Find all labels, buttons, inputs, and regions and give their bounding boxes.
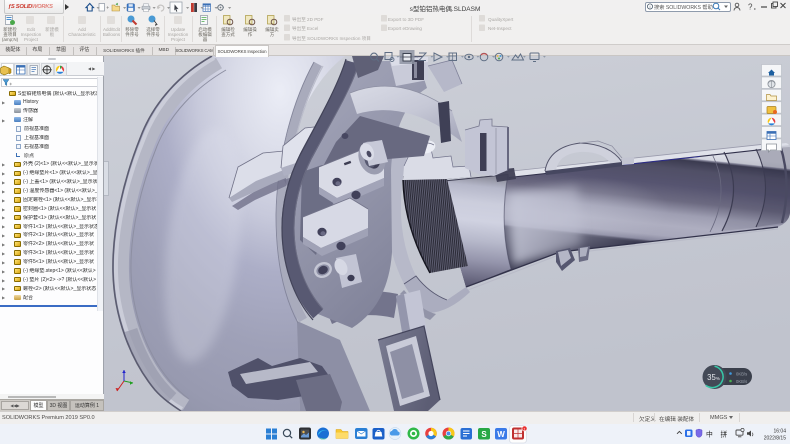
svg-text:中: 中 <box>706 430 713 439</box>
svg-text:16:04: 16:04 <box>773 429 786 435</box>
svg-text:2022/8/15: 2022/8/15 <box>764 436 786 442</box>
svg-text:1: 1 <box>524 427 526 431</box>
svg-text:i: i <box>650 4 651 9</box>
svg-text:拼: 拼 <box>721 430 728 439</box>
svg-text:?: ? <box>748 3 753 12</box>
svg-text:W: W <box>497 430 505 439</box>
svg-text:S: S <box>481 430 487 439</box>
